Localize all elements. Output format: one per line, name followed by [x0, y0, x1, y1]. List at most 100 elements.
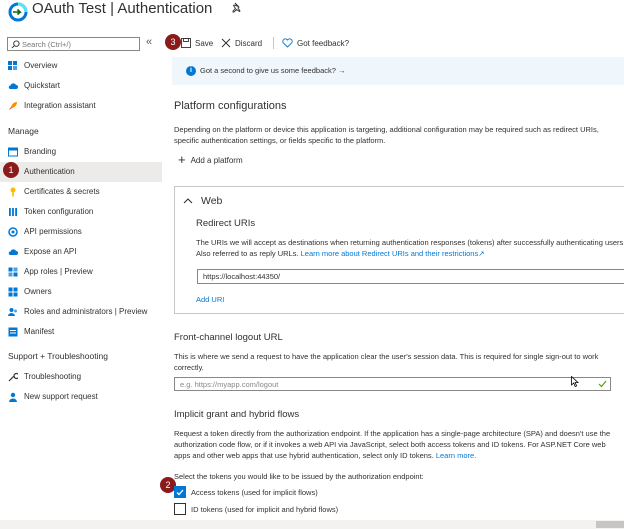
horizontal-scrollbar[interactable] [0, 520, 624, 529]
title-bar: OAuth Test | Authentication [0, 0, 624, 28]
implicit-grant-description: Request a token directly from the author… [174, 428, 618, 461]
search-box[interactable] [7, 37, 140, 51]
pin-icon[interactable] [231, 2, 243, 14]
implicit-desc-text: Request a token directly from the author… [174, 429, 611, 460]
add-uri-link[interactable]: Add URI [196, 294, 224, 305]
sidebar-item-integration-assistant[interactable]: Integration assistant [0, 96, 162, 116]
access-tokens-checkbox[interactable]: Access tokens (used for implicit flows) [174, 486, 318, 498]
implicit-grant-heading: Implicit grant and hybrid flows [174, 409, 300, 420]
chevron-up-icon [183, 198, 193, 204]
support-heading: Support + Troubleshooting [8, 351, 108, 361]
sidebar-item-label: Token configuration [24, 207, 94, 216]
feedback-label: Got feedback? [297, 38, 350, 48]
collapse-sidebar-button[interactable]: « [146, 36, 152, 48]
sidebar-item-label: Troubleshooting [24, 372, 82, 381]
app-registration-icon [8, 2, 28, 22]
plus-icon: + [178, 152, 186, 167]
external-link-icon: ↗ [478, 249, 485, 258]
web-platform-card: Web Redirect URIs The URIs we will accep… [174, 186, 624, 314]
sidebar-item-label: Integration assistant [24, 101, 96, 110]
sidebar-item-roles-administrators[interactable]: Roles and administrators | Preview [0, 302, 162, 322]
sidebar-item-app-roles[interactable]: App roles | Preview [0, 262, 162, 282]
sidebar-item-quickstart[interactable]: Quickstart [0, 76, 162, 96]
discard-label: Discard [235, 38, 263, 48]
sidebar-item-api-permissions[interactable]: API permissions [0, 222, 162, 242]
rocket-icon [9, 102, 17, 110]
manage-heading: Manage [8, 126, 39, 136]
sidebar-item-authentication[interactable]: Authentication [0, 162, 162, 182]
close-icon [221, 38, 231, 48]
redirect-learn-more-link[interactable]: Learn more about Redirect URIs and their… [301, 249, 479, 258]
redirect-uri-input[interactable] [197, 269, 624, 284]
sidebar-item-label: Roles and administrators | Preview [24, 307, 148, 316]
api-permissions-icon [8, 227, 18, 237]
id-tokens-label: ID tokens (used for implicit and hybrid … [191, 504, 339, 514]
save-button[interactable]: Save [181, 35, 213, 51]
scrollbar-thumb[interactable] [596, 521, 624, 528]
sidebar-item-troubleshooting[interactable]: Troubleshooting [0, 367, 162, 387]
annotation-badge-1: 1 [3, 162, 19, 178]
roles-icon [8, 308, 17, 316]
toolbar-divider [273, 37, 274, 49]
sidebar-item-label: Certificates & secrets [24, 187, 100, 196]
sidebar-item-manifest[interactable]: Manifest [0, 322, 162, 342]
sidebar: « Overview Quickstart Integration assist… [0, 30, 162, 529]
access-tokens-label: Access tokens (used for implicit flows) [191, 487, 318, 497]
id-tokens-checkbox[interactable]: ID tokens (used for implicit and hybrid … [174, 503, 338, 515]
owners-icon [8, 287, 18, 297]
platform-description: Depending on the platform or device this… [174, 125, 599, 145]
branding-icon [8, 147, 18, 157]
sidebar-item-label: API permissions [24, 227, 82, 236]
checkmark-icon [176, 489, 184, 495]
cloud-icon [8, 249, 18, 255]
search-input[interactable] [22, 38, 138, 50]
token-icon [9, 208, 17, 216]
person-icon [9, 392, 17, 402]
implicit-learn-more-link[interactable]: Learn more. [436, 451, 476, 460]
redirect-uris-heading: Redirect URIs [196, 218, 256, 229]
sidebar-item-token-configuration[interactable]: Token configuration [0, 202, 162, 222]
discard-button[interactable]: Discard [221, 35, 262, 51]
command-bar: Save Discard Got feedback? [172, 35, 624, 53]
app-roles-icon [8, 267, 18, 277]
sidebar-item-label: Quickstart [24, 81, 61, 90]
feedback-info-bar[interactable]: i Got a second to give us some feedback?… [172, 57, 624, 85]
grid-icon [8, 61, 17, 70]
feedback-button[interactable]: Got feedback? [282, 35, 349, 51]
manifest-icon [8, 327, 18, 337]
cloud-icon [8, 83, 18, 89]
wrench-icon [8, 372, 18, 382]
checkbox-unchecked[interactable] [174, 503, 186, 515]
web-title: Web [201, 195, 223, 207]
logout-url-heading: Front-channel logout URL [174, 332, 283, 343]
sidebar-item-certificates-secrets[interactable]: Certificates & secrets [0, 182, 162, 202]
sidebar-item-label: Manifest [24, 327, 55, 336]
web-section-toggle[interactable]: Web [183, 195, 222, 207]
sidebar-item-overview[interactable]: Overview [0, 56, 162, 76]
redirect-uris-description: The URIs we will accept as destinations … [196, 237, 624, 259]
sidebar-item-label: Authentication [24, 167, 75, 176]
search-icon [11, 40, 20, 49]
page-title: OAuth Test | Authentication [32, 0, 213, 17]
logout-url-input[interactable] [174, 377, 611, 391]
sidebar-item-new-support-request[interactable]: New support request [0, 387, 162, 407]
mouse-cursor-icon [571, 376, 579, 388]
save-label: Save [195, 38, 214, 48]
sidebar-item-owners[interactable]: Owners [0, 282, 162, 302]
save-icon [181, 38, 191, 48]
sidebar-item-branding[interactable]: Branding [0, 142, 162, 162]
checkbox-checked[interactable] [174, 486, 186, 498]
sidebar-item-label: Overview [24, 61, 58, 70]
checkmark-icon [598, 380, 607, 388]
key-icon [10, 187, 16, 197]
sidebar-item-label: Owners [24, 287, 52, 296]
sidebar-item-label: New support request [24, 392, 98, 401]
add-platform-button[interactable]: + Add a platform [178, 152, 243, 167]
platform-heading: Platform configurations [174, 100, 287, 112]
token-select-prompt: Select the tokens you would like to be i… [174, 472, 424, 481]
sidebar-item-expose-an-api[interactable]: Expose an API [0, 242, 162, 262]
info-icon: i [186, 66, 196, 76]
info-bar-text: Got a second to give us some feedback? → [200, 66, 346, 75]
sidebar-item-label: Branding [24, 147, 57, 156]
sidebar-item-label: App roles | Preview [24, 267, 93, 276]
